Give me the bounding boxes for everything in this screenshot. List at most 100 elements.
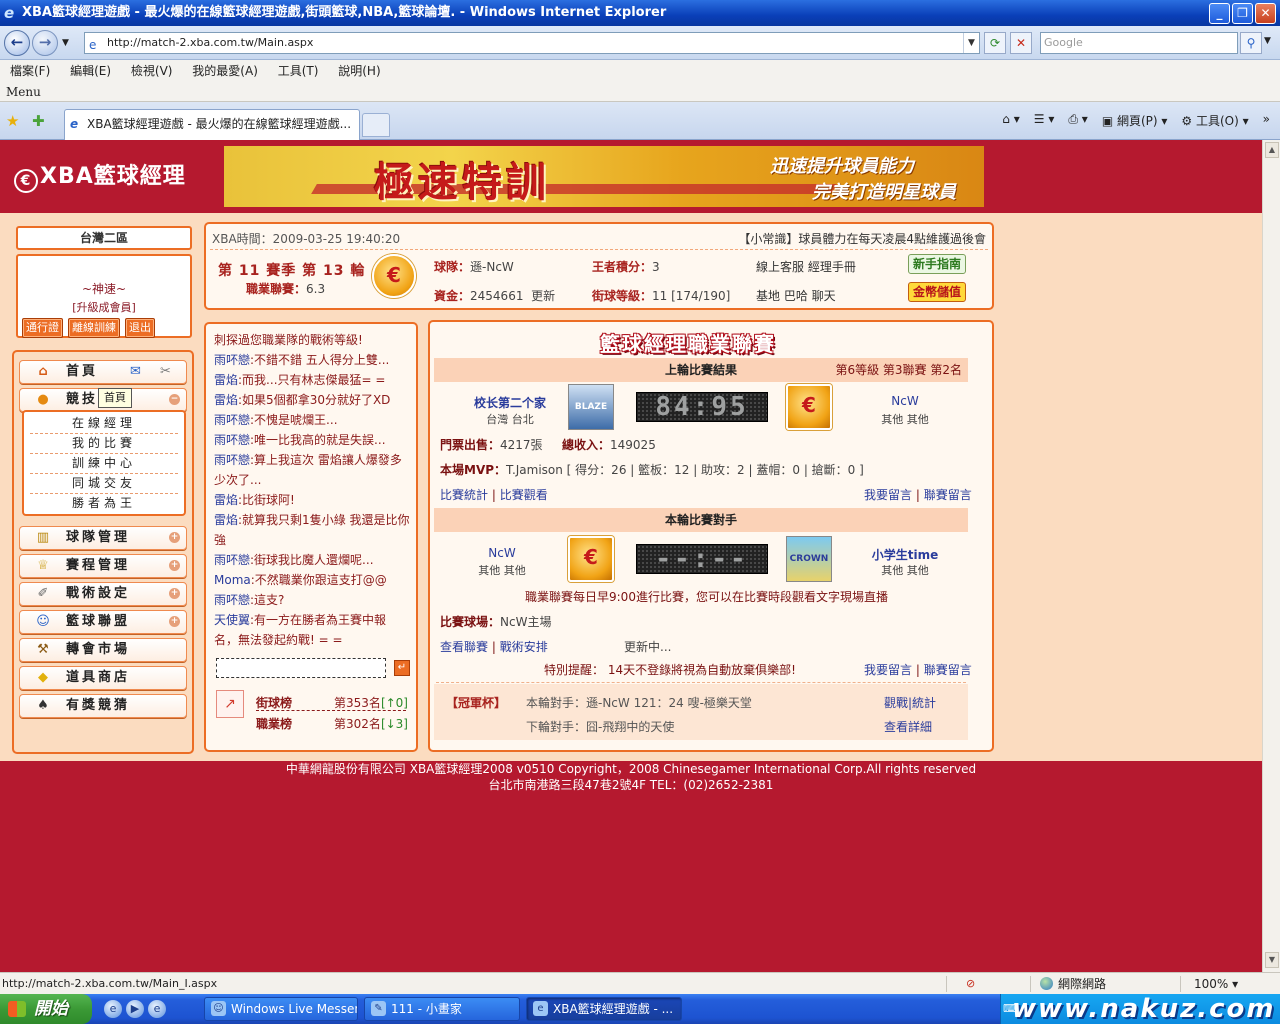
next-home-logo-icon[interactable]: € [568, 536, 614, 582]
url-input[interactable]: e http://match-2.xba.com.tw/Main.aspx ▼ [84, 32, 980, 54]
chat-author[interactable]: 雷焰 [214, 373, 238, 387]
favorites-star-icon[interactable]: ★ [6, 112, 19, 130]
chat-author[interactable]: 雷焰 [214, 513, 238, 527]
promo-banner[interactable]: 極速特訓 迅速提升球員能力 完美打造明星球員 [224, 146, 984, 207]
offline-training-button[interactable]: 離線訓練 [68, 318, 120, 338]
task-ie-xba[interactable]: e XBA籃球經理遊戲 - ... [526, 997, 682, 1021]
nav-team-management[interactable]: ▥ 球隊管理 + [19, 526, 187, 550]
nav-league[interactable]: ☺ 籃球聯盟 + [19, 610, 187, 634]
zoom-level[interactable]: 100% ▾ [1194, 973, 1238, 995]
scroll-down-icon[interactable]: ▼ [1265, 952, 1279, 968]
match-stats-link[interactable]: 比賽統計 [440, 488, 488, 502]
funds-refresh-link[interactable]: 更新 [531, 289, 555, 303]
close-button[interactable]: ✕ [1255, 3, 1276, 24]
chat-author[interactable]: Moma [214, 573, 251, 587]
collapse-icon[interactable]: − [169, 394, 180, 405]
chat-author[interactable]: 雷焰 [214, 493, 238, 507]
support-links[interactable]: 線上客服 經理手冊 [756, 258, 856, 275]
nav-item-shop[interactable]: ◆ 道具商店 [19, 666, 187, 690]
away-team-logo-icon[interactable]: € [786, 384, 832, 430]
menu-file[interactable]: 檔案(F) [10, 64, 50, 78]
enter-icon[interactable]: ↵ [394, 660, 410, 676]
next-away-logo[interactable]: CROWN [786, 536, 832, 582]
minimize-button[interactable]: _ [1209, 3, 1230, 24]
tools-icon[interactable]: ✂ [160, 361, 171, 383]
menu-help[interactable]: 說明(H) [338, 64, 380, 78]
chat-author[interactable]: 天使翼 [214, 613, 250, 627]
task-messenger[interactable]: ☺ Windows Live Messen... [204, 997, 358, 1021]
forward-button[interactable]: → [32, 30, 58, 56]
feeds-icon[interactable]: ☰ ▾ [1034, 112, 1055, 129]
expand-icon[interactable]: + [169, 560, 180, 571]
new-tab-button[interactable] [362, 113, 390, 137]
chat-author[interactable]: 雨吥戀 [214, 553, 250, 567]
nav-tactics[interactable]: ✐ 戰術設定 + [19, 582, 187, 606]
tab-xba[interactable]: e XBA籃球經理遊戲 - 最火爆的在線籃球經理遊戲... [64, 109, 360, 140]
search-input[interactable]: Google [1040, 32, 1238, 54]
leave-message-link[interactable]: 我要留言 [864, 663, 912, 677]
league-board-link[interactable]: 聯賽留言 [924, 663, 972, 677]
community-links[interactable]: 基地 巴哈 聊天 [756, 287, 836, 304]
upgrade-member-link[interactable]: [升級成會員] [18, 299, 190, 315]
newbie-guide-button[interactable]: 新手指南 [908, 254, 966, 274]
media-quicklaunch-icon[interactable]: ▶ [126, 1000, 144, 1018]
stop-icon[interactable]: ✕ [1010, 32, 1032, 54]
chat-author[interactable]: 雷焰 [214, 393, 238, 407]
passport-button[interactable]: 通行證 [22, 318, 63, 338]
leave-message-link[interactable]: 我要留言 [864, 488, 912, 502]
internet-zone[interactable]: 網際網路 [1036, 973, 1106, 995]
security-icon[interactable]: ⊘ [966, 973, 975, 995]
restore-button[interactable]: ❐ [1232, 3, 1253, 24]
team-logo-icon[interactable]: € [372, 254, 416, 298]
cup-details-link[interactable]: 查看詳細 [884, 718, 932, 735]
vertical-scrollbar[interactable]: ▲ ▼ [1262, 140, 1280, 972]
submenu-my-matches[interactable]: 我的比賽 [30, 434, 178, 454]
chat-author[interactable]: 雨吥戀 [214, 413, 250, 427]
nav-home[interactable]: ⌂ 首頁 ✉ ✂ [19, 360, 187, 384]
away-team-name[interactable]: NcW [850, 394, 960, 408]
search-icon[interactable]: ⚲ [1240, 32, 1262, 54]
home-icon[interactable]: ⌂ ▾ [1002, 112, 1019, 129]
chat-author[interactable]: 雨吥戀 [214, 453, 250, 467]
chat-input[interactable] [216, 658, 386, 678]
expand-icon[interactable]: + [169, 532, 180, 543]
add-favorite-icon[interactable]: ✚ [32, 112, 45, 130]
home-team-logo[interactable]: BLAZE [568, 384, 614, 430]
pro-rank-label[interactable]: 職業榜 [256, 715, 292, 732]
url-dropdown-icon[interactable]: ▼ [963, 33, 979, 53]
tactics-link[interactable]: 戰術安排 [500, 640, 548, 654]
menu-view[interactable]: 檢視(V) [131, 64, 173, 78]
menu-favorites[interactable]: 我的最愛(A) [192, 64, 258, 78]
chat-author[interactable]: 雨吥戀 [214, 593, 250, 607]
help-icon[interactable]: » [1263, 112, 1270, 129]
submenu-winner-king[interactable]: 勝者為王 [30, 494, 178, 514]
submenu-online-managers[interactable]: 在線經理 [30, 414, 178, 434]
nav-schedule-management[interactable]: ♕ 賽程管理 + [19, 554, 187, 578]
menu-tools[interactable]: 工具(T) [278, 64, 319, 78]
nav-prize-quiz[interactable]: ♠ 有獎競猜 [19, 694, 187, 718]
back-button[interactable]: ← [4, 30, 30, 56]
home-team-name[interactable]: 校长第二个家 [450, 394, 570, 411]
tools-menu[interactable]: ⚙ 工具(O) ▾ [1181, 112, 1248, 129]
scroll-up-icon[interactable]: ▲ [1265, 142, 1279, 158]
submenu-city-friends[interactable]: 同城交友 [30, 474, 178, 494]
search-dropdown-icon[interactable]: ▼ [1264, 36, 1271, 46]
ie-quicklaunch-icon[interactable]: e [104, 1000, 122, 1018]
menu-edit[interactable]: 編輯(E) [70, 64, 111, 78]
refresh-icon[interactable]: ⟳ [984, 32, 1006, 54]
start-button[interactable]: 開始 [0, 994, 92, 1024]
gold-topup-button[interactable]: 金幣儲值 [908, 282, 966, 302]
nav-transfer-market[interactable]: ⚒ 轉會市場 [19, 638, 187, 662]
next-away-name[interactable]: 小学生time [850, 546, 960, 563]
chat-author[interactable]: 雨吥戀 [214, 353, 250, 367]
streetball-rank-label[interactable]: 街球榜 [256, 694, 292, 711]
page-menu[interactable]: ▣ 網頁(P) ▾ [1102, 112, 1168, 129]
league-board-link[interactable]: 聯賽留言 [924, 488, 972, 502]
xba-logo[interactable]: € XBA籃球經理 [14, 158, 186, 193]
task-paint[interactable]: ✎ 111 - 小畫家 [364, 997, 520, 1021]
logout-button[interactable]: 退出 [125, 318, 155, 338]
print-icon[interactable]: ⎙ ▾ [1068, 112, 1087, 129]
next-home-name[interactable]: NcW [450, 546, 554, 560]
chat-author[interactable]: 雨吥戀 [214, 433, 250, 447]
view-league-link[interactable]: 查看聯賽 [440, 640, 488, 654]
